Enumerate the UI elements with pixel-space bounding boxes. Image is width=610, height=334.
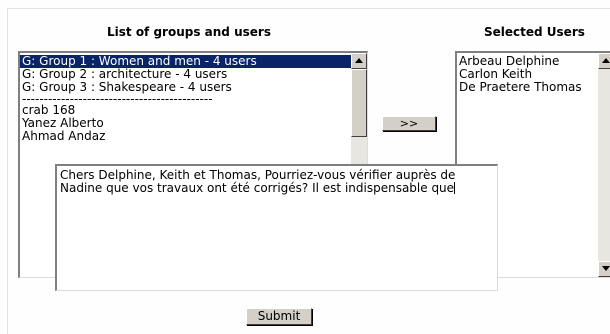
user-option-ahmad[interactable]: Ahmad Andaz [20,130,351,143]
submit-button[interactable]: Submit [246,308,312,325]
selected-scroll-down-button[interactable] [598,261,610,277]
selected-users-heading: Selected Users [484,25,585,39]
selected-scroll-up-button[interactable] [598,53,610,69]
selected-user-depraetere[interactable]: De Praetere Thomas [457,81,598,94]
triangle-up-icon [355,58,363,63]
message-text: Chers Delphine, Keith et Thomas, Pourrie… [60,168,456,195]
triangle-down-icon [602,266,610,271]
triangle-up-icon [602,58,610,63]
group-option-3[interactable]: G: Group 3 : Shakespeare - 4 users [20,81,351,94]
selected-list-scrollbar[interactable] [598,53,610,277]
groups-users-heading: List of groups and users [107,25,271,39]
message-textarea[interactable]: Chers Delphine, Keith et Thomas, Pourrie… [55,164,498,291]
scroll-thumb[interactable] [351,69,367,137]
scroll-up-button[interactable] [351,53,367,69]
text-caret [454,182,456,194]
add-selected-button[interactable]: >> [382,116,436,131]
